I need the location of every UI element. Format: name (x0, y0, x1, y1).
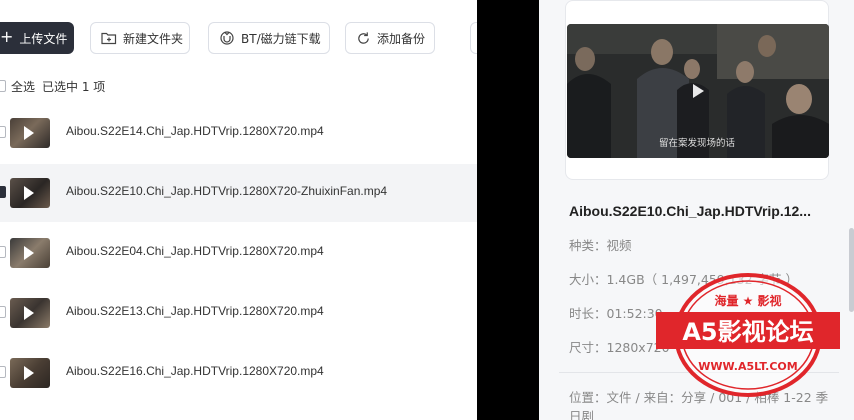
row-checkbox[interactable] (0, 366, 6, 378)
file-duration: 时长：01:52:30 (569, 306, 663, 321)
video-thumbnail (10, 238, 50, 268)
add-backup-label: 添加备份 (377, 31, 426, 46)
magnet-icon (220, 31, 234, 45)
bt-download-button[interactable]: BT/磁力链下载 (208, 22, 330, 54)
play-icon (24, 246, 34, 260)
preview-subtitle: 留在案发现场的话 (659, 138, 736, 149)
play-icon (24, 306, 34, 320)
row-checkbox[interactable] (0, 186, 6, 198)
preview-card: 留在案发现场的话 (565, 0, 829, 180)
file-name: Aibou.S22E16.Chi_Jap.HDTVrip.1280X720.mp… (66, 364, 324, 378)
video-preview[interactable]: 留在案发现场的话 (567, 24, 829, 158)
row-checkbox[interactable] (0, 306, 6, 318)
add-backup-button[interactable]: 添加备份 (345, 22, 435, 54)
bt-download-label: BT/磁力链下载 (241, 31, 321, 46)
file-size: 大小：1.4GB（ 1,497,459,132 字节 ） (569, 272, 799, 287)
toolbar: + 上传文件 新建文件夹 BT/磁力链下载 添加备份 (0, 22, 477, 54)
file-name: Aibou.S22E04.Chi_Jap.HDTVrip.1280X720.mp… (66, 244, 324, 258)
file-row[interactable]: Aibou.S22E14.Chi_Jap.HDTVrip.1280X720.mp… (0, 104, 477, 162)
file-detail-panel: 留在案发现场的话 Aibou.S22E10.Chi_Jap.HDTVrip.12… (539, 0, 854, 420)
play-icon (24, 186, 34, 200)
file-row[interactable]: Aibou.S22E04.Chi_Jap.HDTVrip.1280X720.mp… (0, 224, 477, 282)
file-row[interactable]: Aibou.S22E13.Chi_Jap.HDTVrip.1280X720.mp… (0, 284, 477, 342)
plus-icon: + (0, 27, 14, 46)
play-icon (693, 84, 704, 98)
upload-button-label: 上传文件 (19, 31, 68, 46)
play-icon (24, 126, 34, 140)
row-checkbox[interactable] (0, 246, 6, 258)
file-row[interactable]: Aibou.S22E16.Chi_Jap.HDTVrip.1280X720.mp… (0, 344, 477, 402)
sync-icon (358, 31, 369, 44)
select-all-checkbox[interactable] (0, 80, 6, 92)
file-name: Aibou.S22E13.Chi_Jap.HDTVrip.1280X720.mp… (66, 304, 324, 318)
video-thumbnail (10, 298, 50, 328)
selected-count: 已选中 1 项 (42, 79, 106, 94)
new-folder-label: 新建文件夹 (123, 31, 184, 46)
video-thumbnail (10, 358, 50, 388)
select-all-label[interactable]: 全选 (11, 78, 35, 95)
file-row[interactable]: Aibou.S22E10.Chi_Jap.HDTVrip.1280X720-Zh… (0, 164, 477, 222)
divider-gap (477, 0, 539, 420)
detail-divider (559, 372, 839, 373)
file-name: Aibou.S22E14.Chi_Jap.HDTVrip.1280X720.mp… (66, 124, 324, 138)
file-type: 种类：视频 (569, 238, 632, 253)
file-list-panel: + 上传文件 新建文件夹 BT/磁力链下载 添加备份 全选 已选中 1 项 Ai… (0, 0, 477, 420)
upload-button[interactable]: + 上传文件 (0, 22, 74, 54)
file-dimensions: 尺寸：1280x720 (569, 340, 670, 355)
scrollbar[interactable] (849, 228, 854, 312)
new-folder-button[interactable]: 新建文件夹 (90, 22, 190, 54)
more-button[interactable] (470, 22, 477, 54)
header-cut-off (0, 0, 477, 6)
file-name: Aibou.S22E10.Chi_Jap.HDTVrip.1280X720-Zh… (66, 184, 388, 198)
play-icon (24, 366, 34, 380)
video-thumbnail (10, 118, 50, 148)
video-thumbnail (10, 178, 50, 208)
file-title: Aibou.S22E10.Chi_Jap.HDTVrip.12... (569, 203, 811, 219)
row-checkbox[interactable] (0, 126, 6, 138)
folder-plus-icon (101, 32, 117, 45)
file-location: 位置：文件 / 来自：分享 / 001 / 相棒 1-22 季 日剧 (569, 390, 829, 420)
